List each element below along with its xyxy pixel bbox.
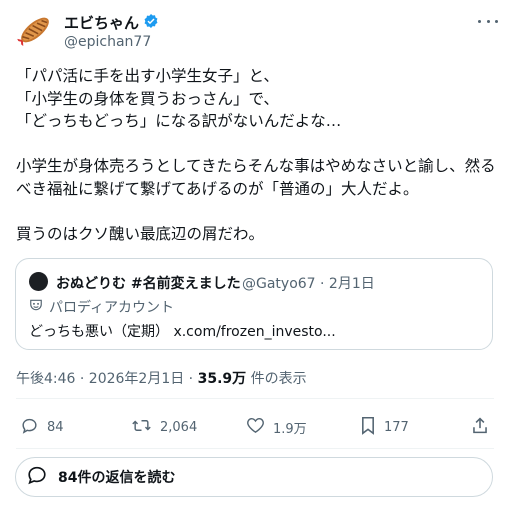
quoted-tweet[interactable]: おぬどりむ #名前変えました @Gatyo67 · 2月1日 パロディアカウント…: [15, 258, 493, 350]
quoted-text: どっちも悪い（定期） x.com/frozen_investo...: [29, 324, 336, 340]
bookmark-count: 177: [384, 419, 409, 435]
divider: [16, 448, 494, 449]
reply-button[interactable]: 84: [20, 412, 64, 442]
author-avatar[interactable]: [15, 10, 55, 50]
repost-button[interactable]: 2,064: [131, 412, 197, 442]
parody-label: パロディアカウント: [49, 300, 175, 316]
reply-bubble-icon: [26, 464, 48, 490]
share-icon: [471, 416, 489, 439]
author-handle[interactable]: @epichan77: [64, 34, 151, 50]
views-suffix: 件の表示: [246, 371, 307, 387]
tweet-paragraph: 買うのはクソ醜い最底辺の屑だわ。: [16, 224, 265, 243]
divider: [16, 398, 494, 399]
repost-icon: [131, 416, 152, 439]
bookmark-icon: [360, 416, 376, 439]
heart-icon: [246, 416, 265, 438]
repost-count: 2,064: [160, 419, 198, 435]
tweet-text: 「パパ活に手を出す小学生女子」と、 「小学生の身体を買うおっさん」で、 「どっち…: [16, 65, 498, 245]
tweet-line: 「どっちもどっち」になる訳がないんだよな…: [16, 112, 342, 130]
parody-mask-icon: [29, 298, 43, 316]
tweet-meta: 午後4:46 · 2026年2月1日 · 35.9万 件の表示: [16, 368, 307, 388]
tweet-line: 「小学生の身体を買うおっさん」で、: [16, 89, 279, 108]
quoted-author-name[interactable]: おぬどりむ #名前変えました: [56, 273, 241, 293]
view-count: 35.9万: [197, 371, 247, 387]
author-name[interactable]: エビちゃん: [64, 12, 139, 33]
reply-count: 84: [47, 419, 64, 435]
read-replies-label: 84件の返信を読む: [58, 470, 176, 486]
parody-label-row: パロディアカウント: [29, 297, 174, 317]
action-bar: 84 2,064 1.9万 177: [16, 412, 494, 442]
author-name-row[interactable]: エビちゃん: [64, 12, 159, 33]
like-count: 1.9万: [273, 421, 307, 437]
tweet-timestamp[interactable]: 午後4:46 · 2026年2月1日 ·: [16, 371, 198, 387]
bookmark-button[interactable]: 177: [360, 412, 409, 442]
tweet-line: 「パパ活に手を出す小学生女子」と、: [16, 67, 279, 85]
quoted-handle-date: @Gatyo67 · 2月1日: [242, 276, 375, 292]
reply-icon: [20, 416, 39, 439]
share-button[interactable]: [471, 412, 489, 442]
tweet-paragraph: 小学生が身体売ろうとしてきたらそんな事はやめなさいと諭し、然るべき福祉に繋げて繋…: [16, 157, 496, 198]
verified-badge-icon: [143, 13, 159, 33]
quoted-avatar[interactable]: [29, 272, 48, 291]
like-button[interactable]: 1.9万: [246, 412, 307, 442]
more-options-icon[interactable]: [478, 14, 498, 28]
read-replies-button[interactable]: 84件の返信を読む: [15, 457, 493, 497]
